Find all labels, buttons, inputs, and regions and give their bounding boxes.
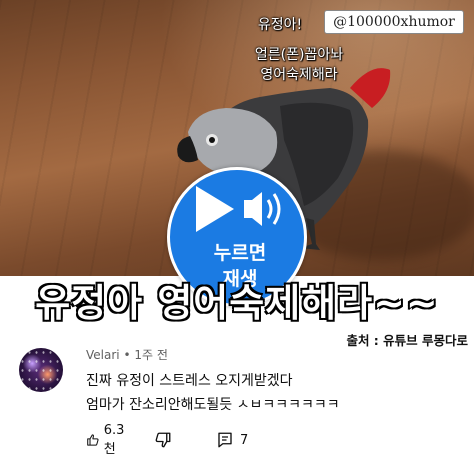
speaker-icon bbox=[244, 192, 281, 226]
comment-time[interactable]: 1주 전 bbox=[134, 348, 168, 362]
like-count: 6.3천 bbox=[103, 423, 125, 457]
reply-button[interactable]: 7 bbox=[216, 428, 248, 452]
channel-watermark: @100000xhumor bbox=[324, 10, 464, 34]
meta-separator: • bbox=[123, 348, 131, 362]
dislike-button[interactable] bbox=[154, 428, 172, 452]
caption-line-2: 얼른(폰)꼽아놔 bbox=[254, 47, 344, 63]
comment-meta: Velari • 1주 전 bbox=[86, 346, 168, 363]
source-credit: 출처 : 유튜브 루몽다로 bbox=[346, 333, 468, 348]
comment-text-line-2: 엄마가 잔소리안해도될듯 ㅅㅂㅋㅋㅋㅋㅋㅋ bbox=[86, 397, 340, 413]
like-button[interactable]: 6.3천 bbox=[86, 423, 129, 457]
video-subtitle: 유정아 영어숙제해라~~ bbox=[34, 280, 439, 326]
thumbs-up-icon bbox=[87, 434, 99, 446]
comment-author[interactable]: Velari bbox=[86, 348, 120, 362]
avatar[interactable] bbox=[19, 348, 63, 392]
comment-icon bbox=[218, 432, 232, 448]
caption-line-1: 유정아! bbox=[257, 17, 303, 33]
reply-count: 7 bbox=[240, 432, 249, 448]
play-icon bbox=[196, 186, 234, 232]
thumbs-down-icon bbox=[155, 432, 171, 448]
caption-line-3: 영어숙제해라 bbox=[260, 67, 338, 83]
play-label-line-1: 누르면 bbox=[213, 242, 267, 264]
comment-text-line-1: 진짜 유정이 스트레스 오지게받겠다 bbox=[86, 373, 293, 389]
